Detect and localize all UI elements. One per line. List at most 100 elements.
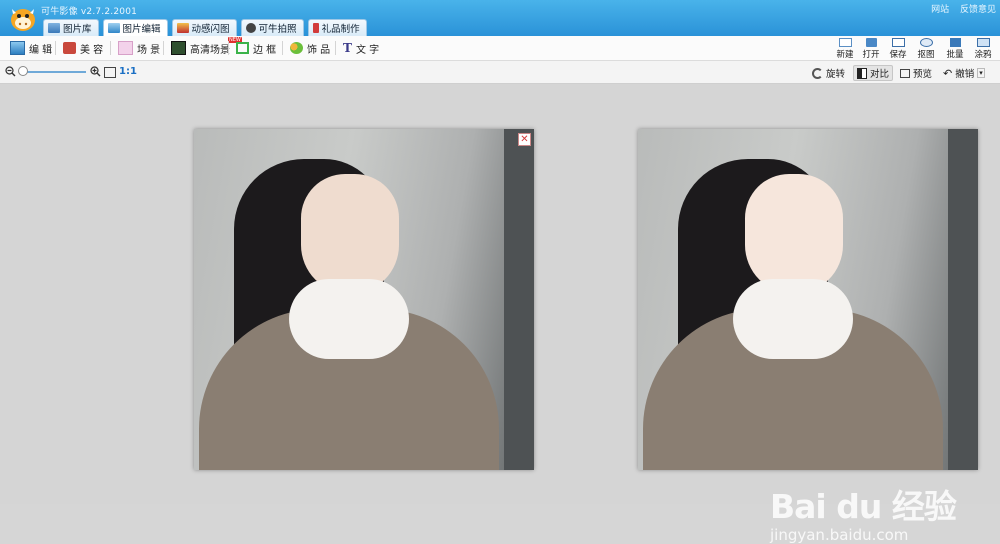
button-label: 预览 bbox=[913, 69, 933, 80]
cutout-icon bbox=[919, 38, 933, 47]
chevron-down-icon[interactable]: ▾ bbox=[977, 68, 985, 78]
close-icon[interactable]: ✕ bbox=[518, 133, 531, 146]
tab-label: 图片库 bbox=[63, 24, 92, 35]
tool-beauty[interactable]: 美 容 bbox=[63, 40, 103, 56]
tool-text[interactable]: T 文 字 bbox=[343, 40, 379, 56]
new-button[interactable]: 新建 bbox=[834, 38, 856, 60]
edit-toolbar: 编 辑 美 容 场 景 高清场景 NEW 边 框 饰 品 T 文 字 新建 打开… bbox=[0, 36, 1000, 61]
compare-button[interactable]: 对比 bbox=[853, 65, 894, 81]
photo-face bbox=[745, 174, 843, 294]
photo-face bbox=[301, 174, 399, 294]
tab-gift[interactable]: 礼品制作 bbox=[307, 19, 367, 36]
tool-label: 场 景 bbox=[137, 44, 161, 56]
save-icon bbox=[891, 38, 905, 47]
watermark-url: jingyan.baidu.com bbox=[770, 526, 909, 544]
tool-label: 饰 品 bbox=[307, 44, 331, 56]
rotate-icon bbox=[812, 67, 823, 79]
gift-icon bbox=[312, 23, 319, 33]
compare-icon bbox=[857, 67, 867, 79]
tab-label: 礼品制作 bbox=[321, 24, 360, 35]
divider bbox=[228, 41, 229, 55]
tool-label: 高清场景 bbox=[190, 44, 230, 56]
fit-window-icon[interactable] bbox=[104, 67, 116, 78]
edited-photo[interactable] bbox=[638, 129, 978, 470]
view-toolbar: 1:1 旋转 对比 预览 ↶ 撤销 ▾ bbox=[0, 61, 1000, 84]
button-label: 撤销 bbox=[955, 69, 975, 80]
text-icon: T bbox=[343, 41, 352, 55]
photo-collar bbox=[289, 279, 409, 359]
divider bbox=[55, 41, 56, 55]
frame-icon bbox=[236, 42, 249, 54]
tab-label: 图片编辑 bbox=[122, 24, 161, 35]
tool-decoration[interactable]: 饰 品 bbox=[290, 40, 330, 56]
divider bbox=[163, 41, 164, 55]
doodle-icon bbox=[976, 38, 990, 47]
tool-edit[interactable]: 编 辑 bbox=[10, 40, 52, 56]
gallery-icon bbox=[48, 23, 60, 33]
photo-collar bbox=[733, 279, 853, 359]
preview-button[interactable]: 预览 bbox=[900, 66, 932, 80]
tool-frame[interactable]: 边 框 bbox=[236, 40, 276, 56]
cow-logo-icon bbox=[11, 9, 35, 31]
original-photo[interactable]: ✕ bbox=[194, 129, 534, 470]
tool-label: 美 容 bbox=[80, 44, 104, 56]
tab-image-edit[interactable]: 图片编辑 bbox=[102, 19, 168, 36]
tab-label: 动感闪图 bbox=[191, 24, 230, 35]
new-file-icon bbox=[838, 38, 852, 47]
cutout-button[interactable]: 抠图 bbox=[915, 38, 937, 60]
button-label: 打开 bbox=[862, 50, 880, 60]
tab-label: 可牛拍照 bbox=[258, 24, 297, 35]
doodle-button[interactable]: 涂鸦 bbox=[972, 38, 994, 60]
hd-scene-icon bbox=[171, 41, 186, 55]
actual-size-button[interactable]: 1:1 bbox=[119, 66, 137, 77]
batch-icon bbox=[949, 38, 961, 47]
button-label: 保存 bbox=[889, 50, 907, 60]
edit-icon bbox=[10, 41, 25, 55]
rotate-button[interactable]: 旋转 bbox=[812, 66, 845, 80]
divider bbox=[110, 41, 111, 55]
tool-hd-scene[interactable]: 高清场景 NEW bbox=[171, 37, 242, 56]
zoom-slider-handle[interactable] bbox=[18, 66, 28, 76]
tab-animation[interactable]: 动感闪图 bbox=[171, 19, 237, 36]
button-label: 批量 bbox=[946, 50, 964, 60]
title-bar: 可牛影像 v2.7.2.2001 网站 反馈意见 图片库 图片编辑 动感闪图 可… bbox=[0, 0, 1000, 36]
open-folder-icon bbox=[865, 38, 877, 47]
batch-button[interactable]: 批量 bbox=[944, 38, 966, 60]
button-label: 对比 bbox=[870, 69, 890, 80]
beauty-icon bbox=[63, 42, 76, 54]
animation-icon bbox=[176, 23, 189, 33]
baidu-watermark: Bai du 经验 jingyan.baidu.com bbox=[770, 480, 957, 544]
undo-button[interactable]: ↶ 撤销 ▾ bbox=[943, 66, 985, 80]
zoom-in-icon[interactable] bbox=[90, 66, 101, 77]
divider bbox=[282, 41, 283, 55]
photo-background bbox=[948, 129, 978, 470]
tab-gallery[interactable]: 图片库 bbox=[43, 19, 99, 36]
tool-label: 边 框 bbox=[253, 44, 277, 56]
website-link[interactable]: 网站 bbox=[931, 5, 949, 15]
image-edit-icon bbox=[107, 23, 120, 33]
decoration-icon bbox=[290, 42, 303, 54]
app-title: 可牛影像 v2.7.2.2001 bbox=[41, 7, 138, 17]
undo-icon: ↶ bbox=[943, 66, 953, 80]
button-label: 新建 bbox=[836, 50, 854, 60]
button-label: 抠图 bbox=[917, 50, 935, 60]
zoom-out-icon[interactable] bbox=[5, 66, 16, 77]
tool-label: 文 字 bbox=[355, 44, 380, 56]
divider bbox=[335, 41, 336, 55]
image-canvas: ✕ Bai du 经验 jingyan.baidu.com bbox=[0, 84, 1000, 544]
main-tabs: 图片库 图片编辑 动感闪图 可牛拍照 礼品制作 bbox=[43, 19, 367, 36]
zoom-slider-track[interactable] bbox=[20, 71, 86, 73]
feedback-link[interactable]: 反馈意见 bbox=[960, 5, 996, 15]
tool-scene[interactable]: 场 景 bbox=[118, 40, 160, 56]
photo-background bbox=[504, 129, 534, 470]
top-right-links: 网站 反馈意见 bbox=[923, 2, 996, 15]
button-label: 涂鸦 bbox=[974, 50, 992, 60]
open-button[interactable]: 打开 bbox=[860, 38, 882, 60]
button-label: 旋转 bbox=[826, 69, 846, 80]
watermark-logo: Bai du 经验 bbox=[770, 487, 957, 526]
tab-camera[interactable]: 可牛拍照 bbox=[240, 19, 304, 36]
tool-label: 编 辑 bbox=[29, 44, 53, 56]
scene-icon bbox=[118, 41, 133, 55]
preview-icon bbox=[900, 68, 910, 78]
save-button[interactable]: 保存 bbox=[887, 38, 909, 60]
